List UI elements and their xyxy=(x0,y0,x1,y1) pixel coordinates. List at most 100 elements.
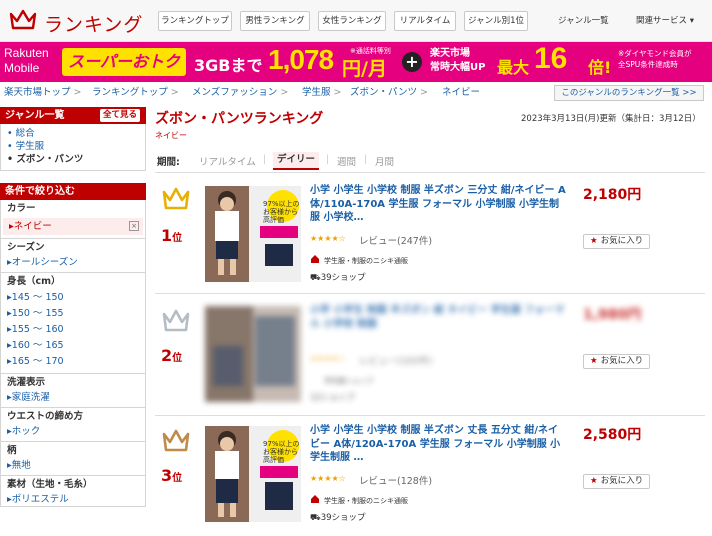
crumb-ranking-top[interactable]: ランキングトップ xyxy=(92,87,168,98)
tab-daily[interactable]: デイリー xyxy=(273,152,320,170)
nav-ranking-top[interactable]: ランキングトップ xyxy=(158,11,232,31)
gold-crown-icon xyxy=(162,187,190,210)
star-rating: ★★★★☆ xyxy=(310,354,346,363)
shop-house-icon xyxy=(311,495,319,503)
banner-yen: 円/月 xyxy=(342,58,387,80)
banner-gb-text: 3GBまで xyxy=(194,56,263,75)
genre-item-school-uniform[interactable]: • 学生服 xyxy=(1,140,145,153)
nav-genre-first[interactable]: ジャンル別1位 xyxy=(464,11,528,31)
star-rating: ★★★★☆ xyxy=(310,234,346,243)
tab-weekly[interactable]: 週間 xyxy=(337,154,356,168)
filter-wash-title: 洗濯表示 xyxy=(1,373,145,391)
banner-max: 最大 xyxy=(497,58,530,77)
star-icon: ★ xyxy=(590,356,598,366)
ranking-item: 3位 97%以上のお客様から高評価 小学 小学生 小学校 制服 半ズボン 丈長 … xyxy=(155,424,705,536)
shop-name-link[interactable]: 学生服・制服のニシキ通販 xyxy=(324,496,408,506)
tab-realtime[interactable]: リアルタイム xyxy=(199,154,256,168)
filter-height-item[interactable]: ▸160 ～ 165 xyxy=(1,338,145,354)
nav-genre-list[interactable]: ジャンル一覧 xyxy=(558,14,609,26)
see-all-button[interactable]: 全て見る xyxy=(99,109,140,122)
site-header: ランキング ランキングトップ 男性ランキング 女性ランキング リアルタイム ジャ… xyxy=(0,0,712,42)
product-price: 1,980円 xyxy=(583,307,642,323)
shop-name-link[interactable]: 学生服・制服のニシキ通販 xyxy=(324,256,408,266)
filter-material-item[interactable]: ▸ポリエステル xyxy=(1,493,145,506)
shop-count-link[interactable]: 12ショップ xyxy=(310,391,355,403)
add-favorite-button[interactable]: ★ お気に入り xyxy=(583,474,650,489)
ranking-item: 2位 小学 小学生 制服 半ズボン 紺 ネイビー 学生服 フォーマル 小学校 制… xyxy=(155,304,705,416)
shop-count-link[interactable]: ⛟39ショップ xyxy=(310,511,366,524)
updated-date: 2023年3月13日(月)更新（集計日：3月12日） xyxy=(521,114,701,124)
rank-number: 1位 xyxy=(161,226,183,245)
genre-item-all[interactable]: • 総合 xyxy=(1,127,145,140)
filter-season-item[interactable]: ▸オールシーズン xyxy=(1,256,145,269)
shop-count-link[interactable]: ⛟39ショップ xyxy=(310,271,366,284)
nav-female-ranking[interactable]: 女性ランキング xyxy=(318,11,386,31)
genre-item-pants[interactable]: • ズボン・パンツ xyxy=(1,153,145,166)
review-count-link[interactable]: レビュー(128件) xyxy=(359,473,432,487)
product-price: 2,580円 xyxy=(583,427,642,443)
filter-wash-item[interactable]: ▸家庭洗濯 xyxy=(1,391,145,404)
filter-height-item[interactable]: ▸165 ～ 170 xyxy=(1,354,145,370)
review-count-link[interactable]: レビュー(247件) xyxy=(359,233,432,247)
rank-number: 3位 xyxy=(161,466,183,485)
banner-diamond-note: ※ダイヤモンド会員が 全SPU条件達成時 xyxy=(618,49,692,69)
rakuten-mobile-logo: Rakuten Mobile xyxy=(4,46,49,75)
promo-banner[interactable]: Rakuten Mobile スーパーおトク 3GBまで 1,078 ※通話料等別… xyxy=(0,42,712,82)
bronze-crown-icon xyxy=(162,429,190,452)
crumb-rakuten-top[interactable]: 楽天市場トップ xyxy=(4,87,71,98)
product-name-link[interactable]: 小学 小学生 制服 半ズボン 紺 ネイビー 学生服 フォーマル 小学校 制服 xyxy=(310,304,566,331)
crumb-navy[interactable]: ネイビー xyxy=(442,87,480,98)
blurred-product-icon xyxy=(205,306,301,402)
genre-list: • 総合 • 学生服 • ズボン・パンツ xyxy=(0,124,146,171)
filter-waist-title: ウエストの締め方 xyxy=(1,407,145,425)
product-image[interactable] xyxy=(205,306,301,402)
banner-bai: 倍! xyxy=(588,58,612,77)
add-favorite-button[interactable]: ★ お気に入り xyxy=(583,234,650,249)
filter-pattern-title: 柄 xyxy=(1,441,145,459)
super-otoku-badge: スーパーおトク xyxy=(62,48,186,76)
product-name-link[interactable]: 小学 小学生 小学校 制服 半ズボン 丈長 五分丈 紺/ネイビー A体/120A… xyxy=(310,424,566,465)
nav-male-ranking[interactable]: 男性ランキング xyxy=(240,11,310,31)
filter-height-item[interactable]: ▸150 ～ 155 xyxy=(1,306,145,322)
review-badge: 97%以上のお客様から高評価 xyxy=(263,440,300,464)
ranking-item: 1位 97%以上のお客様から高評価 小学 小学生 小学校 制服 半ズボン 三分丈… xyxy=(155,184,705,294)
period-tabs: 期間: リアルタイム | デイリー | 週間 | 月間 xyxy=(155,151,705,173)
nav-related-services[interactable]: 関連サービス ▾ xyxy=(636,14,694,26)
genre-ranking-list-link[interactable]: このジャンルのランキング一覧 >> xyxy=(554,85,704,101)
review-count-link[interactable]: レビュー(102件) xyxy=(359,353,432,367)
crumb-school-uniform[interactable]: 学生服 xyxy=(302,87,331,98)
filter-height-item[interactable]: ▸145 ～ 150 xyxy=(1,290,145,306)
banner-times: 16 xyxy=(534,42,568,75)
star-rating: ★★★★☆ xyxy=(310,474,346,483)
product-price: 2,180円 xyxy=(583,187,642,203)
page-title: ズボン・パンツランキング xyxy=(155,111,324,127)
star-icon: ★ xyxy=(590,476,598,486)
product-name-link[interactable]: 小学 小学生 小学校 制服 半ズボン 三分丈 紺/ネイビー A体/110A-17… xyxy=(310,184,566,225)
plus-icon: + xyxy=(402,52,422,72)
crown-logo-icon[interactable] xyxy=(8,8,38,32)
filter-color-title: カラー xyxy=(7,203,36,214)
ranking-logo-text[interactable]: ランキング xyxy=(44,10,143,37)
filter-pattern-item[interactable]: ▸無地 xyxy=(1,459,145,472)
filter-color-selected[interactable]: ▸ネイビー × xyxy=(3,218,143,235)
nav-realtime[interactable]: リアルタイム xyxy=(394,11,456,31)
rank-number: 2位 xyxy=(161,346,183,365)
shop-name-link[interactable]: 学生服ショップ xyxy=(324,376,373,386)
product-image[interactable]: 97%以上のお客様から高評価 xyxy=(205,186,301,282)
crumb-mens-fashion[interactable]: メンズファッション xyxy=(192,87,277,98)
filter-height-item[interactable]: ▸155 ～ 160 xyxy=(1,322,145,338)
silver-crown-icon xyxy=(162,309,190,332)
filter-waist-item[interactable]: ▸ホック xyxy=(1,425,145,438)
tab-monthly[interactable]: 月間 xyxy=(375,154,394,168)
filter-material-title: 素材（生地・毛糸） xyxy=(1,475,145,493)
filter-height-title: 身長（cm） xyxy=(1,272,145,290)
star-icon: ★ xyxy=(590,236,598,246)
add-favorite-button[interactable]: ★ お気に入り xyxy=(583,354,650,369)
product-image[interactable]: 97%以上のお客様から高評価 xyxy=(205,426,301,522)
period-label: 期間: xyxy=(157,157,180,168)
filter-season-title: シーズン xyxy=(1,238,145,256)
remove-filter-icon[interactable]: × xyxy=(129,221,139,231)
banner-ichiba: 楽天市場 常時大幅UP xyxy=(430,48,486,73)
crumb-pants[interactable]: ズボン・パンツ xyxy=(350,87,417,98)
page-subtitle: ネイビー xyxy=(155,131,187,140)
